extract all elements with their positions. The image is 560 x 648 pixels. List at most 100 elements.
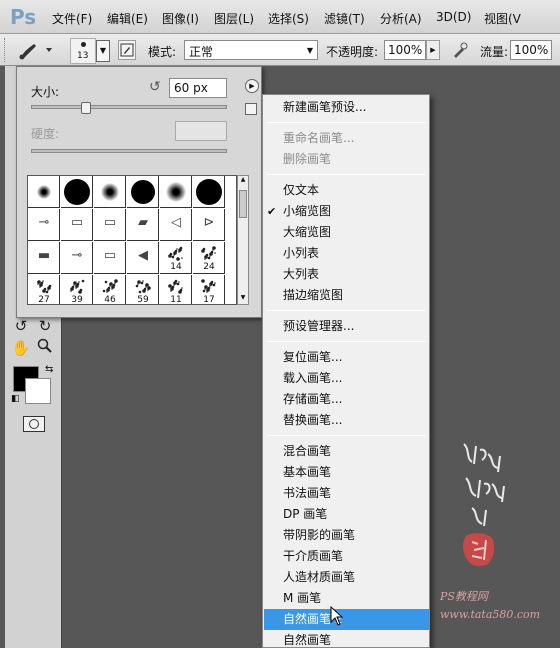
reset-size-icon[interactable]: ↺ bbox=[149, 79, 161, 95]
brush-preset-cell[interactable]: 59 bbox=[127, 275, 159, 304]
brush-preset-cell[interactable]: ▰ bbox=[127, 209, 159, 241]
brush-preset-cell[interactable]: 39 bbox=[61, 275, 93, 304]
hand-tool-icon[interactable]: ✋ bbox=[11, 338, 31, 358]
menu-item[interactable]: 自然画笔 bbox=[264, 630, 429, 648]
menu-item[interactable]: 复位画笔... bbox=[264, 347, 429, 368]
mode-value: 正常 bbox=[189, 45, 214, 59]
default-colors-icon[interactable]: ◧ bbox=[11, 394, 20, 404]
menu-analysis[interactable]: 分析(A) bbox=[380, 10, 422, 27]
brush-size-number: 46 bbox=[104, 295, 116, 305]
brush-picker-dropdown-arrow[interactable]: ▼ bbox=[96, 40, 110, 62]
menu-item[interactable]: 带阴影的画笔 bbox=[264, 525, 429, 546]
scroll-up-icon[interactable]: ▲ bbox=[238, 176, 248, 186]
menu-item[interactable]: 新建画笔预设... bbox=[264, 97, 429, 118]
brush-preset-cell[interactable]: ◁ bbox=[160, 209, 192, 241]
brush-grid-scrollbar[interactable]: ▲ ▼ bbox=[237, 175, 249, 305]
zoom-tool-icon[interactable] bbox=[35, 338, 55, 358]
brush-preset-cell[interactable]: ▭ bbox=[94, 242, 126, 274]
size-field[interactable]: 60 px bbox=[169, 78, 227, 98]
brush-preset-cell[interactable]: ▬ bbox=[28, 242, 60, 274]
menu-3d[interactable]: 3D(D) bbox=[436, 10, 471, 24]
menu-item[interactable]: 大列表 bbox=[264, 264, 429, 285]
menu-item[interactable]: 替换画笔... bbox=[264, 410, 429, 431]
brush-preset-cell[interactable] bbox=[160, 176, 192, 208]
menu-layer[interactable]: 图层(L) bbox=[214, 10, 254, 27]
brush-preset-cell[interactable]: 17 bbox=[193, 275, 225, 304]
brush-tip-icon: ▬ bbox=[37, 248, 51, 263]
brush-size-number: 24 bbox=[203, 262, 215, 272]
menu-item[interactable]: 混合画笔 bbox=[264, 441, 429, 462]
menu-filter[interactable]: 滤镜(T) bbox=[324, 10, 365, 27]
brush-preset-cell[interactable]: 14 bbox=[160, 242, 192, 274]
options-bar-grip[interactable] bbox=[4, 38, 7, 62]
menu-item[interactable]: 基本画笔 bbox=[264, 462, 429, 483]
size-label: 大小: bbox=[31, 85, 60, 99]
menu-item-label: 带阴影的画笔 bbox=[283, 528, 356, 542]
rotate-view-icon[interactable]: ↺ bbox=[11, 316, 31, 336]
menu-item[interactable]: 干介质画笔 bbox=[264, 546, 429, 567]
menu-item[interactable]: 小列表 bbox=[264, 243, 429, 264]
brush-preset-cell[interactable]: ◀ bbox=[127, 242, 159, 274]
brush-preset-cell[interactable]: ▭ bbox=[94, 209, 126, 241]
menu-item-label: 预设管理器... bbox=[283, 319, 355, 333]
menu-item[interactable]: 书法画笔 bbox=[264, 483, 429, 504]
brush-preset-cell[interactable]: ⊳ bbox=[193, 209, 225, 241]
menu-file[interactable]: 文件(F) bbox=[52, 10, 92, 27]
brush-preset-cell[interactable] bbox=[127, 176, 159, 208]
calligraphy-signature-watermark bbox=[463, 443, 505, 527]
size-slider-thumb[interactable] bbox=[80, 102, 91, 114]
menu-item[interactable]: 人造材质画笔 bbox=[264, 567, 429, 588]
new-preset-icon[interactable] bbox=[245, 103, 257, 115]
size-slider-track[interactable] bbox=[31, 105, 227, 109]
brush-preset-cell[interactable]: 27 bbox=[28, 275, 60, 304]
background-color-swatch[interactable] bbox=[25, 378, 51, 404]
brush-preset-cell[interactable] bbox=[28, 176, 60, 208]
menu-item-label: 基本画笔 bbox=[283, 465, 332, 479]
brush-tip-icon bbox=[165, 181, 186, 202]
menu-item-label: 载入画笔... bbox=[283, 371, 343, 385]
brush-preset-cell[interactable] bbox=[193, 176, 225, 208]
brush-tool-preset-button[interactable] bbox=[12, 38, 60, 62]
brush-preset-cell[interactable] bbox=[94, 176, 126, 208]
brush-preset-cell[interactable] bbox=[61, 176, 93, 208]
scroll-thumb[interactable] bbox=[239, 190, 247, 218]
menu-item[interactable]: 仅文本 bbox=[264, 180, 429, 201]
brush-preset-cell[interactable]: 46 bbox=[94, 275, 126, 305]
brush-preset-picker[interactable]: 13 bbox=[70, 38, 96, 64]
menu-item-label: 存储画笔... bbox=[283, 392, 343, 406]
mode-label: 模式: bbox=[148, 45, 177, 59]
mode-select[interactable]: 正常 ▼ bbox=[184, 40, 318, 60]
brush-preset-cell[interactable]: ▭ bbox=[61, 209, 93, 241]
brush-preset-cell[interactable]: ⊸ bbox=[28, 209, 60, 241]
menu-item[interactable]: M 画笔 bbox=[264, 588, 429, 609]
brush-preset-cell[interactable]: 24 bbox=[193, 242, 225, 274]
brush-preset-cell[interactable]: ⊸ bbox=[61, 242, 93, 274]
menu-item-label: 删除画笔 bbox=[283, 152, 332, 166]
menu-select[interactable]: 选择(S) bbox=[268, 10, 309, 27]
menu-item[interactable]: 自然画笔 2 bbox=[264, 609, 429, 630]
flow-field[interactable]: 100% bbox=[510, 40, 552, 60]
swap-colors-icon[interactable]: ⇆ bbox=[45, 364, 53, 375]
menu-item[interactable]: ✔ 小缩览图 bbox=[264, 201, 429, 222]
rotate-view-alt-icon[interactable]: ↻ bbox=[35, 316, 55, 336]
brush-tip-icon: ⊸ bbox=[38, 215, 50, 230]
menu-item[interactable]: 描边缩览图 bbox=[264, 285, 429, 306]
menu-item[interactable]: 载入画笔... bbox=[264, 368, 429, 389]
opacity-field[interactable]: 100% bbox=[384, 40, 426, 60]
brush-preset-cell[interactable]: 11 bbox=[160, 275, 192, 304]
panel-menu-button[interactable]: ▶ bbox=[245, 79, 259, 93]
menu-view[interactable]: 视图(V bbox=[484, 10, 521, 27]
toggle-brush-panel-button[interactable] bbox=[118, 40, 136, 60]
menu-item[interactable]: 存储画笔... bbox=[264, 389, 429, 410]
menu-item[interactable]: 大缩览图 bbox=[264, 222, 429, 243]
menu-edit[interactable]: 编辑(E) bbox=[107, 10, 148, 27]
menu-item-label: 书法画笔 bbox=[283, 486, 332, 500]
menu-image[interactable]: 图像(I) bbox=[162, 10, 199, 27]
opacity-slider-button[interactable]: ▶ bbox=[426, 40, 440, 60]
menu-item[interactable]: DP 画笔 bbox=[264, 504, 429, 525]
menu-item[interactable]: 预设管理器... bbox=[264, 316, 429, 337]
scroll-down-icon[interactable]: ▼ bbox=[238, 294, 248, 304]
quick-mask-button[interactable] bbox=[23, 416, 45, 432]
hardness-label: 硬度: bbox=[31, 127, 60, 141]
airbrush-toggle-button[interactable] bbox=[450, 40, 470, 60]
